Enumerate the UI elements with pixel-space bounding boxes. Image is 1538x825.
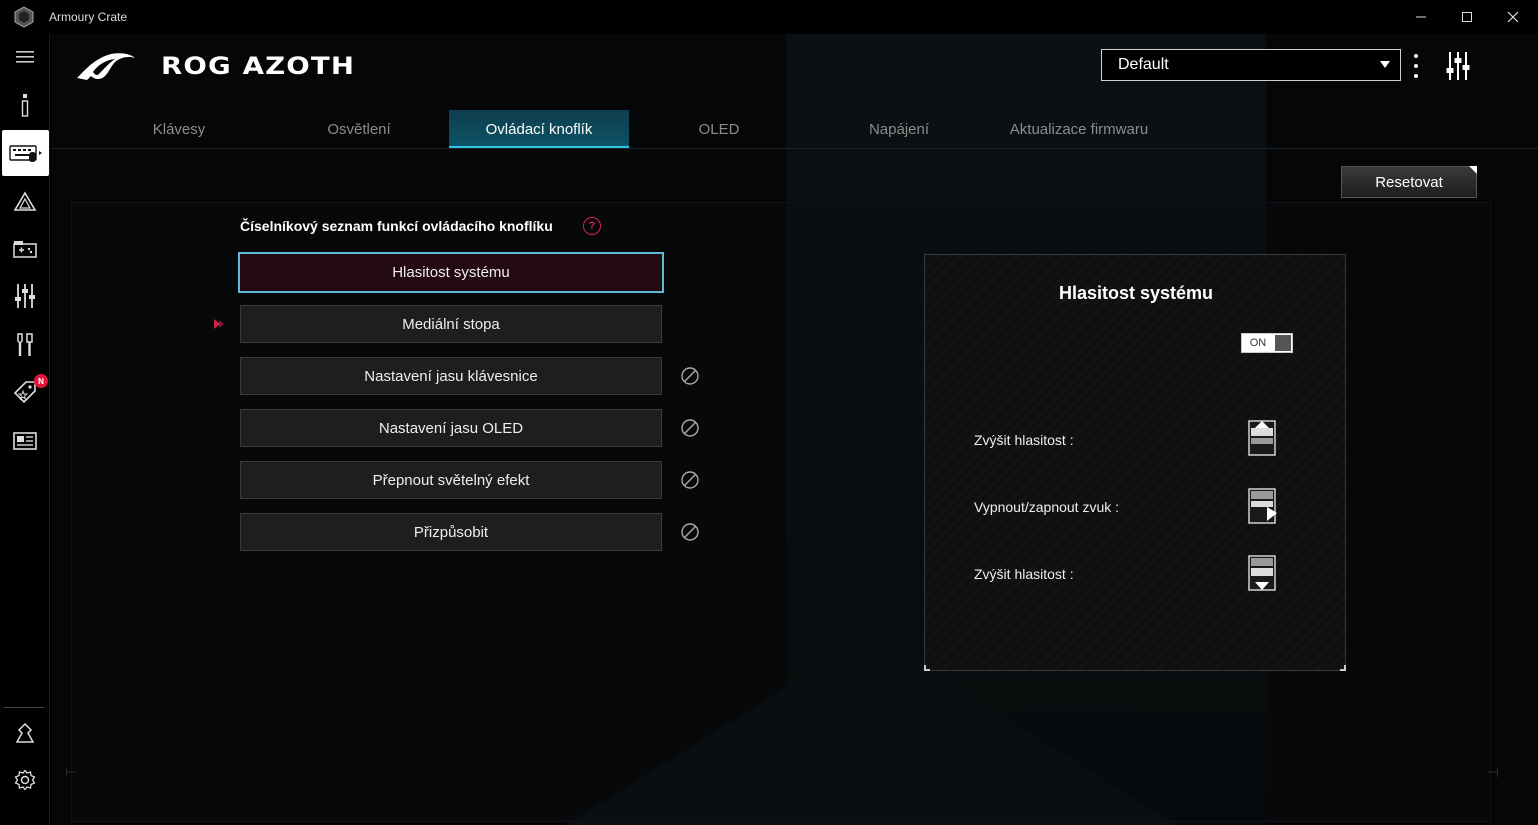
sidebar-item-info[interactable] [0, 84, 50, 128]
kebab-dot [1414, 54, 1418, 58]
sidebar-item-user[interactable] [0, 711, 50, 755]
function-item-system-volume[interactable]: Hlasitost systému [238, 252, 664, 293]
game-library-icon [13, 241, 37, 258]
sidebar-item-tools[interactable] [0, 323, 50, 367]
tab-bar: Klávesy Osvětlení Ovládací knoflík OLED … [89, 110, 1169, 148]
function-item-keyboard-brightness[interactable]: Nastavení jasu klávesnice [240, 357, 662, 395]
product-title: ROG AZOTH [161, 52, 356, 80]
corner-bracket-right: ⊣ [1487, 764, 1500, 780]
kebab-dot [1414, 64, 1418, 68]
panel-corner [924, 665, 930, 671]
tab-oled[interactable]: OLED [629, 110, 809, 148]
sidebar-item-settings-sliders[interactable] [0, 274, 50, 318]
profile-dropdown[interactable]: Default [1101, 49, 1401, 81]
rog-logo-icon [77, 53, 135, 80]
pointer-arrow-icon [214, 319, 224, 329]
main-content: ⊢ ⊣ ROG AZOTH Default Klávesy Osvětlení … [51, 34, 1538, 825]
more-options-button[interactable] [1409, 54, 1423, 78]
action-label-volume-down: Zvýšit hlasitost : [974, 566, 1074, 582]
knob-down-icon [1248, 555, 1276, 591]
panel-corner [1340, 665, 1346, 671]
sidebar-divider [4, 707, 44, 708]
close-button[interactable] [1490, 0, 1536, 34]
minimize-button[interactable] [1398, 0, 1444, 34]
maximize-icon [1462, 12, 1472, 22]
armoury-crate-logo-icon [14, 6, 34, 28]
disable-icon[interactable] [680, 418, 700, 438]
function-toggle[interactable]: ON [1241, 333, 1293, 353]
function-detail-panel: Hlasitost systému ON Zvýšit hlasitost : … [924, 254, 1346, 671]
reset-button[interactable]: Resetovat [1341, 166, 1477, 198]
sidebar-item-deals[interactable]: N [0, 370, 50, 414]
sidebar-item-device[interactable] [2, 130, 49, 176]
minimize-icon [1416, 16, 1426, 18]
help-icon[interactable]: ? [583, 217, 601, 235]
chevron-down-icon [1380, 61, 1390, 68]
equalizer-settings-icon[interactable] [1445, 51, 1471, 81]
action-label-volume-up: Zvýšit hlasitost : [974, 432, 1074, 448]
sidebar-item-aura[interactable] [0, 180, 50, 224]
aura-icon [13, 191, 37, 211]
sidebar-item-news[interactable] [0, 419, 50, 463]
toggle-knob [1275, 335, 1291, 351]
new-badge: N [34, 374, 48, 388]
sidebar: N [0, 34, 50, 825]
user-icon [15, 722, 35, 743]
tab-divider [51, 148, 1538, 149]
info-icon [21, 94, 29, 117]
app-title: Armoury Crate [49, 10, 128, 24]
disable-icon[interactable] [680, 366, 700, 386]
corner-bracket-left: ⊢ [65, 764, 78, 780]
sidebar-menu-button[interactable] [0, 35, 50, 79]
tab-lighting[interactable]: Osvětlení [269, 110, 449, 148]
tab-control-knob[interactable]: Ovládací knoflík [449, 110, 629, 148]
detail-title: Hlasitost systému [1058, 283, 1214, 303]
knob-press-icon [1248, 488, 1277, 524]
tools-icon [17, 333, 33, 356]
disable-icon[interactable] [680, 522, 700, 542]
toggle-label: ON [1249, 337, 1267, 349]
profile-dropdown-value: Default [1118, 56, 1169, 73]
function-item-switch-light-effect[interactable]: Přepnout světelný efekt [240, 461, 662, 499]
kebab-dot [1414, 74, 1418, 78]
title-bar: Armoury Crate [0, 0, 1538, 34]
function-item-oled-brightness[interactable]: Nastavení jasu OLED [240, 409, 662, 447]
function-list-title: Číselníkový seznam funkcí ovládacího kno… [240, 218, 553, 234]
keyboard-device-icon [8, 145, 42, 162]
settings-sliders-icon [15, 284, 35, 308]
action-label-mute: Vypnout/zapnout zvuk : [974, 499, 1120, 515]
news-icon [13, 432, 37, 450]
menu-icon [16, 51, 34, 63]
tab-keys[interactable]: Klávesy [89, 110, 269, 148]
gear-icon [14, 769, 36, 791]
function-item-customize[interactable]: Přizpůsobit [240, 513, 662, 551]
sidebar-item-settings[interactable] [0, 758, 50, 802]
close-icon [1507, 11, 1519, 23]
sidebar-item-game-library[interactable] [0, 227, 50, 271]
tab-power[interactable]: Napájení [809, 110, 989, 148]
function-item-media-track[interactable]: Mediální stopa [240, 305, 662, 343]
knob-up-icon [1248, 420, 1276, 456]
tab-firmware-update[interactable]: Aktualizace firmwaru [989, 110, 1169, 148]
maximize-button[interactable] [1444, 0, 1490, 34]
disable-icon[interactable] [680, 470, 700, 490]
